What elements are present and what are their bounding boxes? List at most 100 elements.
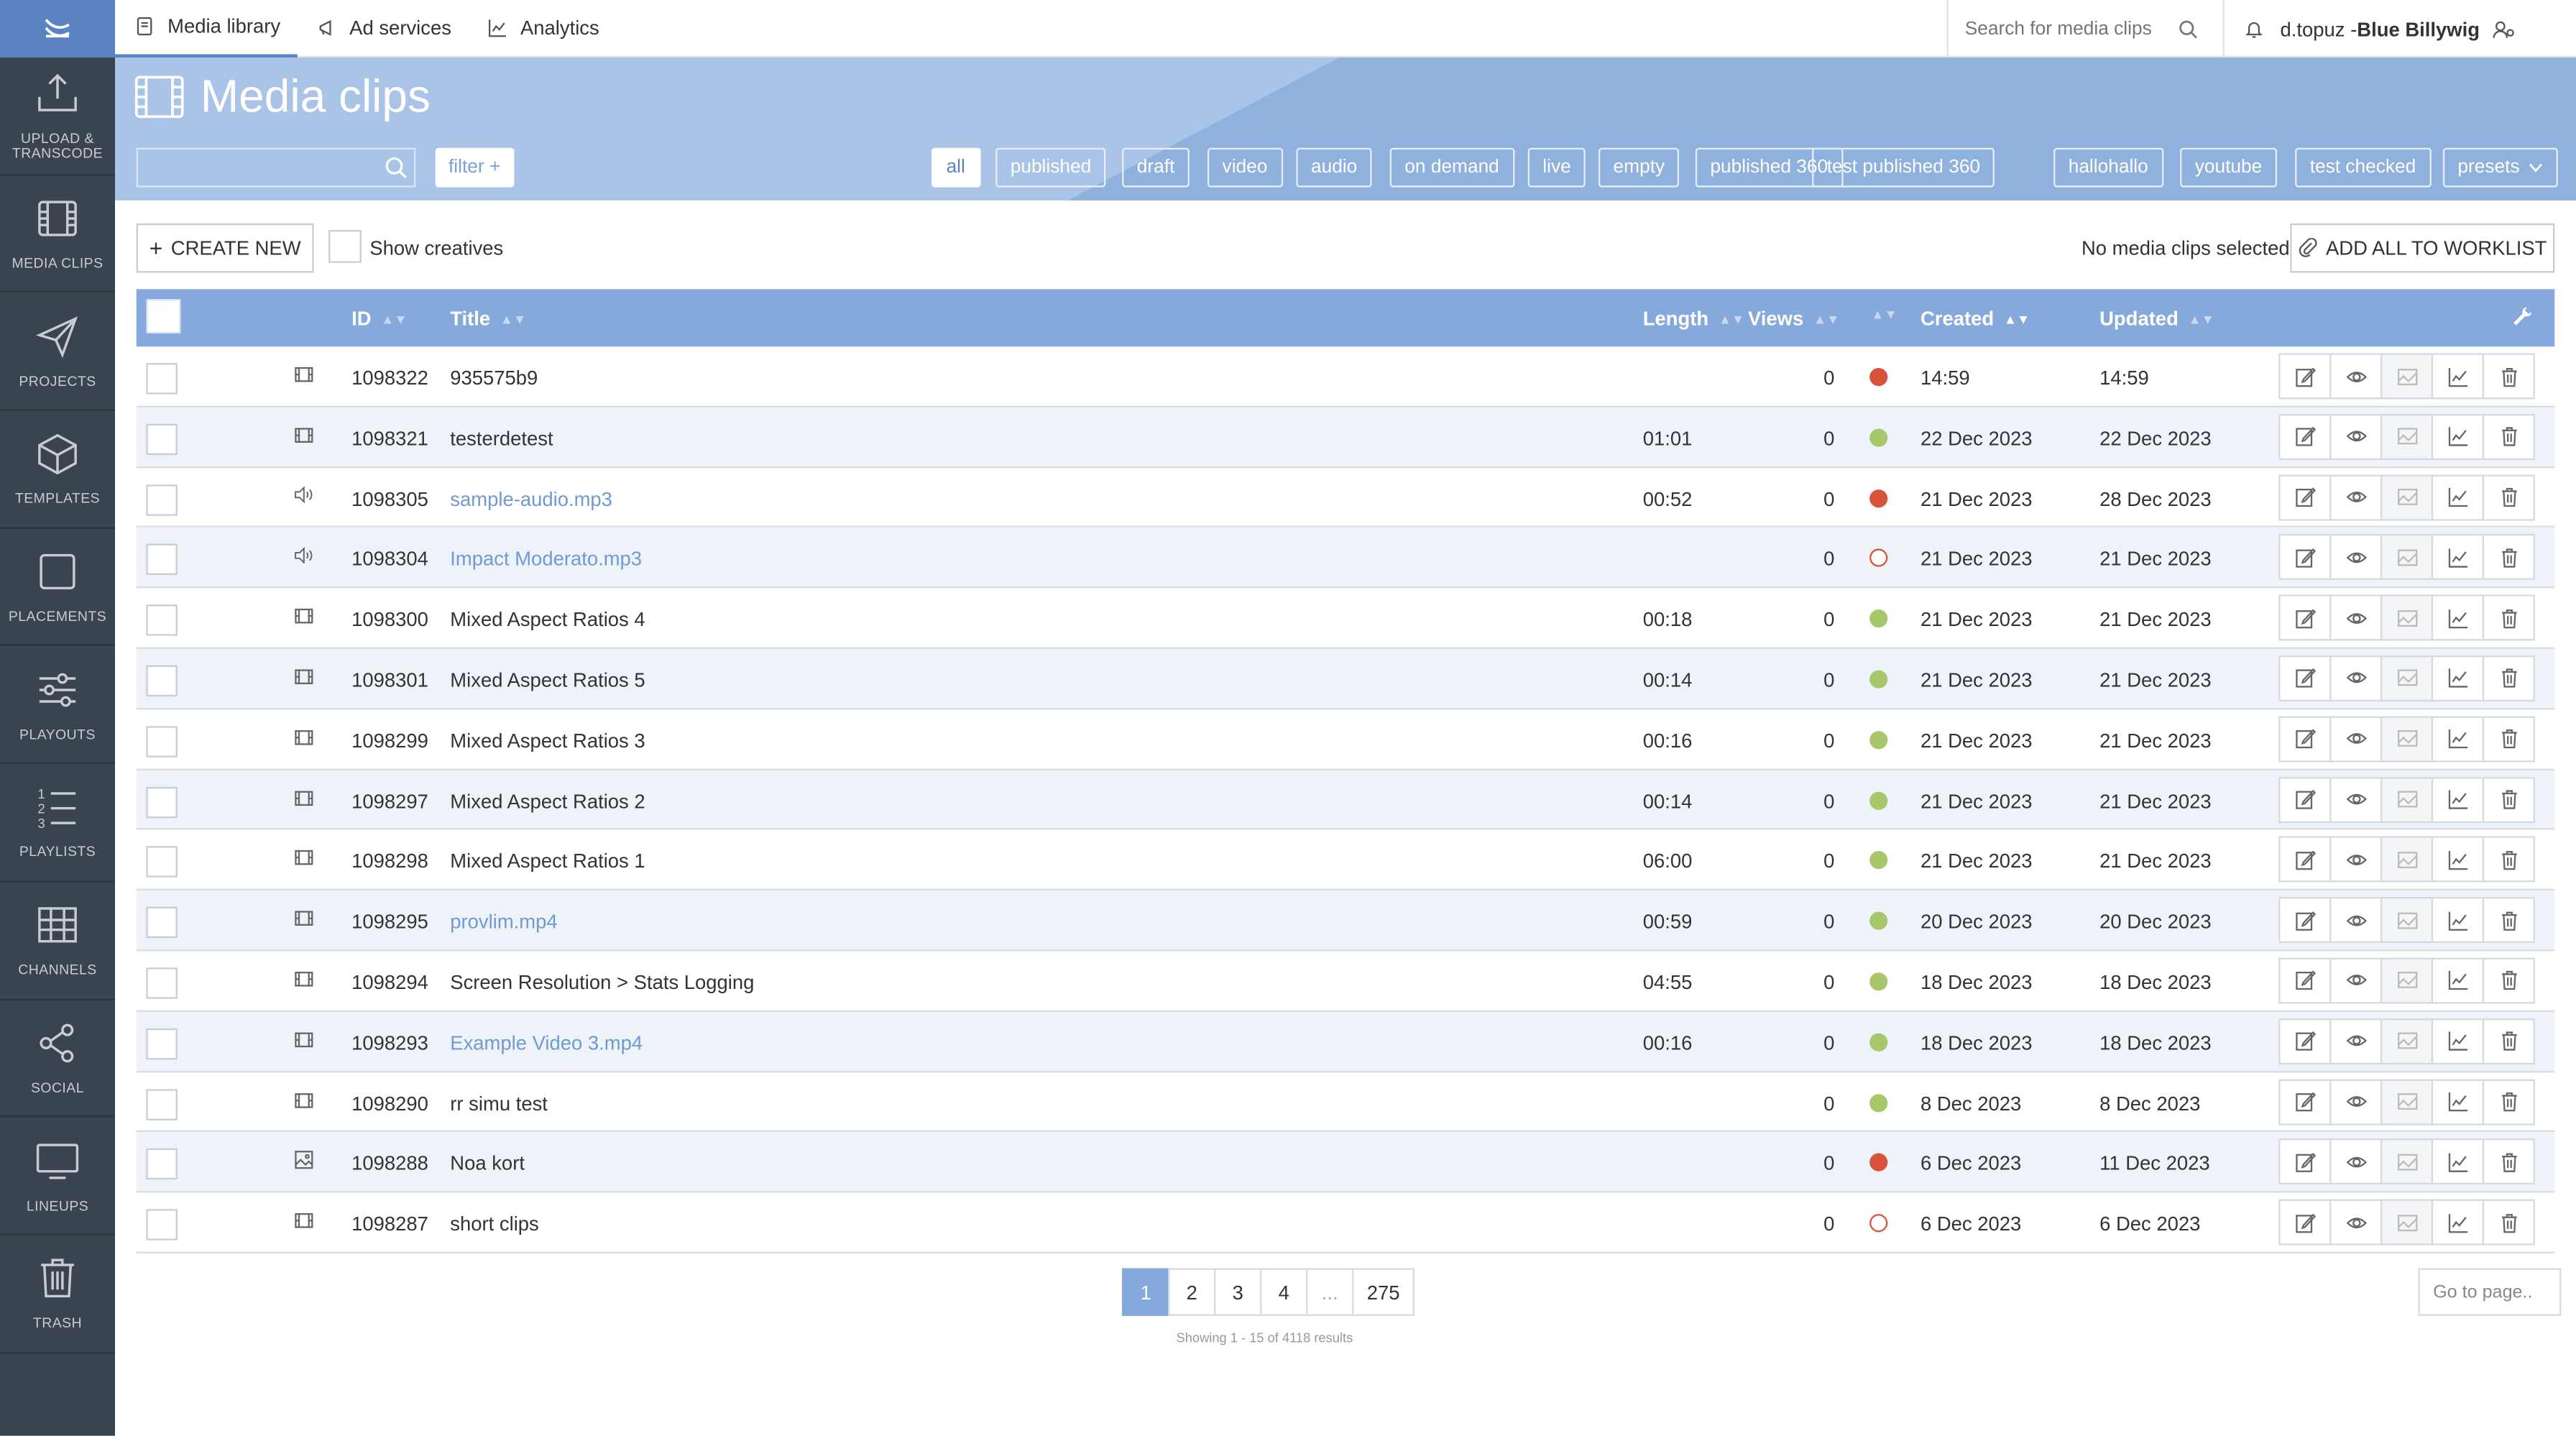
sidebar-item-trash[interactable]: TRASH (0, 1235, 115, 1353)
table-row[interactable]: 1098305 sample-audio.mp3 00:52 0 21 Dec 2023… (136, 467, 2555, 528)
app-logo[interactable] (0, 0, 115, 57)
sidebar-item-lineups[interactable]: LINEUPS (0, 1118, 115, 1235)
clip-title[interactable]: Mixed Aspect Ratios 4 (450, 608, 645, 631)
filter-pill-all[interactable]: all (931, 147, 980, 188)
delete-button[interactable] (2482, 1138, 2535, 1185)
stats-button[interactable] (2431, 957, 2484, 1004)
eye-button[interactable] (2329, 353, 2383, 400)
sidebar-item-upload-transcode[interactable]: UPLOAD & TRANSCODE (0, 57, 115, 175)
stats-button[interactable] (2431, 1078, 2484, 1125)
edit-button[interactable] (2278, 1078, 2332, 1125)
clip-title[interactable]: Noa kort (450, 1152, 525, 1175)
bell-icon[interactable] (2244, 19, 2263, 38)
eye-button[interactable] (2329, 655, 2383, 701)
edit-button[interactable] (2278, 413, 2332, 460)
global-search-input[interactable] (1964, 19, 2179, 39)
page-button-4[interactable]: 4 (1260, 1268, 1308, 1316)
column-views[interactable]: Views ▲▼ (1748, 307, 1839, 330)
filter-pill-audio[interactable]: audio (1296, 147, 1372, 188)
delete-button[interactable] (2482, 655, 2535, 701)
stats-button[interactable] (2431, 655, 2484, 701)
clip-title[interactable]: provlim.mp4 (450, 911, 557, 934)
clip-title[interactable]: Screen Resolution > Stats Logging (450, 971, 754, 994)
edit-button[interactable] (2278, 897, 2332, 944)
row-checkbox[interactable] (146, 967, 178, 999)
filter-pill-on-demand[interactable]: on demand (1389, 147, 1514, 188)
eye-button[interactable] (2329, 837, 2383, 883)
table-row[interactable]: 1098322 935575b9 0 14:59 14:59 (136, 346, 2555, 408)
tab-media-library[interactable]: Media library (114, 0, 298, 57)
create-new-button[interactable]: + CREATE NEW (136, 223, 314, 273)
table-row[interactable]: 1098297 Mixed Aspect Ratios 2 00:14 0 21 Dec… (136, 770, 2555, 831)
sidebar-item-playlists[interactable]: 1 2 3 PLAYLISTS (0, 764, 115, 882)
row-checkbox[interactable] (146, 1028, 178, 1059)
tab-analytics[interactable]: Analytics (468, 0, 616, 57)
stats-button[interactable] (2431, 716, 2484, 763)
column-title[interactable]: Title ▲▼ (450, 307, 526, 330)
edit-button[interactable] (2278, 474, 2332, 520)
table-row[interactable]: 1098288 Noa kort 0 6 Dec 2023 11 Dec 2023 (136, 1132, 2555, 1193)
edit-button[interactable] (2278, 716, 2332, 763)
edit-button[interactable] (2278, 1138, 2332, 1185)
eye-button[interactable] (2329, 474, 2383, 520)
edit-button[interactable] (2278, 353, 2332, 400)
user-menu[interactable]: d.topuz - Blue Billywig (2222, 0, 2576, 57)
clip-title[interactable]: Mixed Aspect Ratios 1 (450, 850, 645, 873)
stats-button[interactable] (2431, 776, 2484, 823)
eye-button[interactable] (2329, 897, 2383, 944)
eye-button[interactable] (2329, 776, 2383, 823)
delete-button[interactable] (2482, 837, 2535, 883)
sidebar-item-channels[interactable]: CHANNELS (0, 882, 115, 1000)
page-button-3[interactable]: 3 (1214, 1268, 1262, 1316)
column-length[interactable]: Length ▲▼ (1643, 307, 1744, 330)
show-creatives-checkbox[interactable] (328, 229, 362, 263)
delete-button[interactable] (2482, 776, 2535, 823)
tab-ad-services[interactable]: Ad services (297, 0, 468, 57)
table-row[interactable]: 1098304 Impact Moderato.mp3 0 21 Dec 2023 21… (136, 528, 2555, 589)
filter-pill-hallohallo[interactable]: hallohallo (2053, 147, 2163, 188)
switch-account-icon[interactable] (2493, 19, 2516, 38)
sidebar-item-templates[interactable]: TEMPLATES (0, 411, 115, 529)
table-row[interactable]: 1098299 Mixed Aspect Ratios 3 00:16 0 21 Dec… (136, 709, 2555, 770)
table-row[interactable]: 1098301 Mixed Aspect Ratios 5 00:14 0 21 Dec… (136, 648, 2555, 709)
stats-button[interactable] (2431, 413, 2484, 460)
row-checkbox[interactable] (146, 423, 178, 455)
eye-button[interactable] (2329, 1199, 2383, 1246)
edit-button[interactable] (2278, 534, 2332, 581)
clip-title[interactable]: rr simu test (450, 1092, 548, 1115)
filter-pill-video[interactable]: video (1207, 147, 1282, 188)
stats-button[interactable] (2431, 897, 2484, 944)
page-button-2[interactable]: 2 (1168, 1268, 1216, 1316)
filter-pill-test-published-360[interactable]: test published 360 (1812, 147, 1995, 188)
edit-button[interactable] (2278, 957, 2332, 1004)
stats-button[interactable] (2431, 474, 2484, 520)
edit-button[interactable] (2278, 655, 2332, 701)
clip-search-input[interactable] (136, 147, 416, 188)
delete-button[interactable] (2482, 957, 2535, 1004)
column-status[interactable]: ▲▼ (1862, 307, 1897, 322)
clip-title[interactable]: Impact Moderato.mp3 (450, 548, 642, 571)
sidebar-item-media-clips[interactable]: MEDIA CLIPS (0, 175, 115, 293)
delete-button[interactable] (2482, 1018, 2535, 1064)
filter-pill-live[interactable]: live (1527, 147, 1586, 188)
table-row[interactable]: 1098290 rr simu test 0 8 Dec 2023 8 Dec 2023 (136, 1072, 2555, 1133)
stats-button[interactable] (2431, 594, 2484, 641)
row-checkbox[interactable] (146, 363, 178, 395)
stats-button[interactable] (2431, 1138, 2484, 1185)
eye-button[interactable] (2329, 413, 2383, 460)
stats-button[interactable] (2431, 1199, 2484, 1246)
column-created[interactable]: Created ▲▼ (1920, 307, 2030, 330)
clip-title[interactable]: Mixed Aspect Ratios 5 (450, 668, 645, 691)
eye-button[interactable] (2329, 957, 2383, 1004)
table-row[interactable]: 1098298 Mixed Aspect Ratios 1 06:00 0 21 Dec… (136, 830, 2555, 891)
clip-title[interactable]: Mixed Aspect Ratios 3 (450, 729, 645, 752)
edit-button[interactable] (2278, 594, 2332, 641)
clip-title[interactable]: short clips (450, 1212, 538, 1235)
eye-button[interactable] (2329, 1018, 2383, 1064)
wrench-icon[interactable] (2512, 305, 2534, 327)
clip-title[interactable]: testerdetest (450, 427, 553, 450)
sidebar-item-projects[interactable]: PROJECTS (0, 293, 115, 411)
row-checkbox[interactable] (146, 665, 178, 697)
row-checkbox[interactable] (146, 1209, 178, 1241)
clip-title[interactable]: 935575b9 (450, 367, 538, 390)
